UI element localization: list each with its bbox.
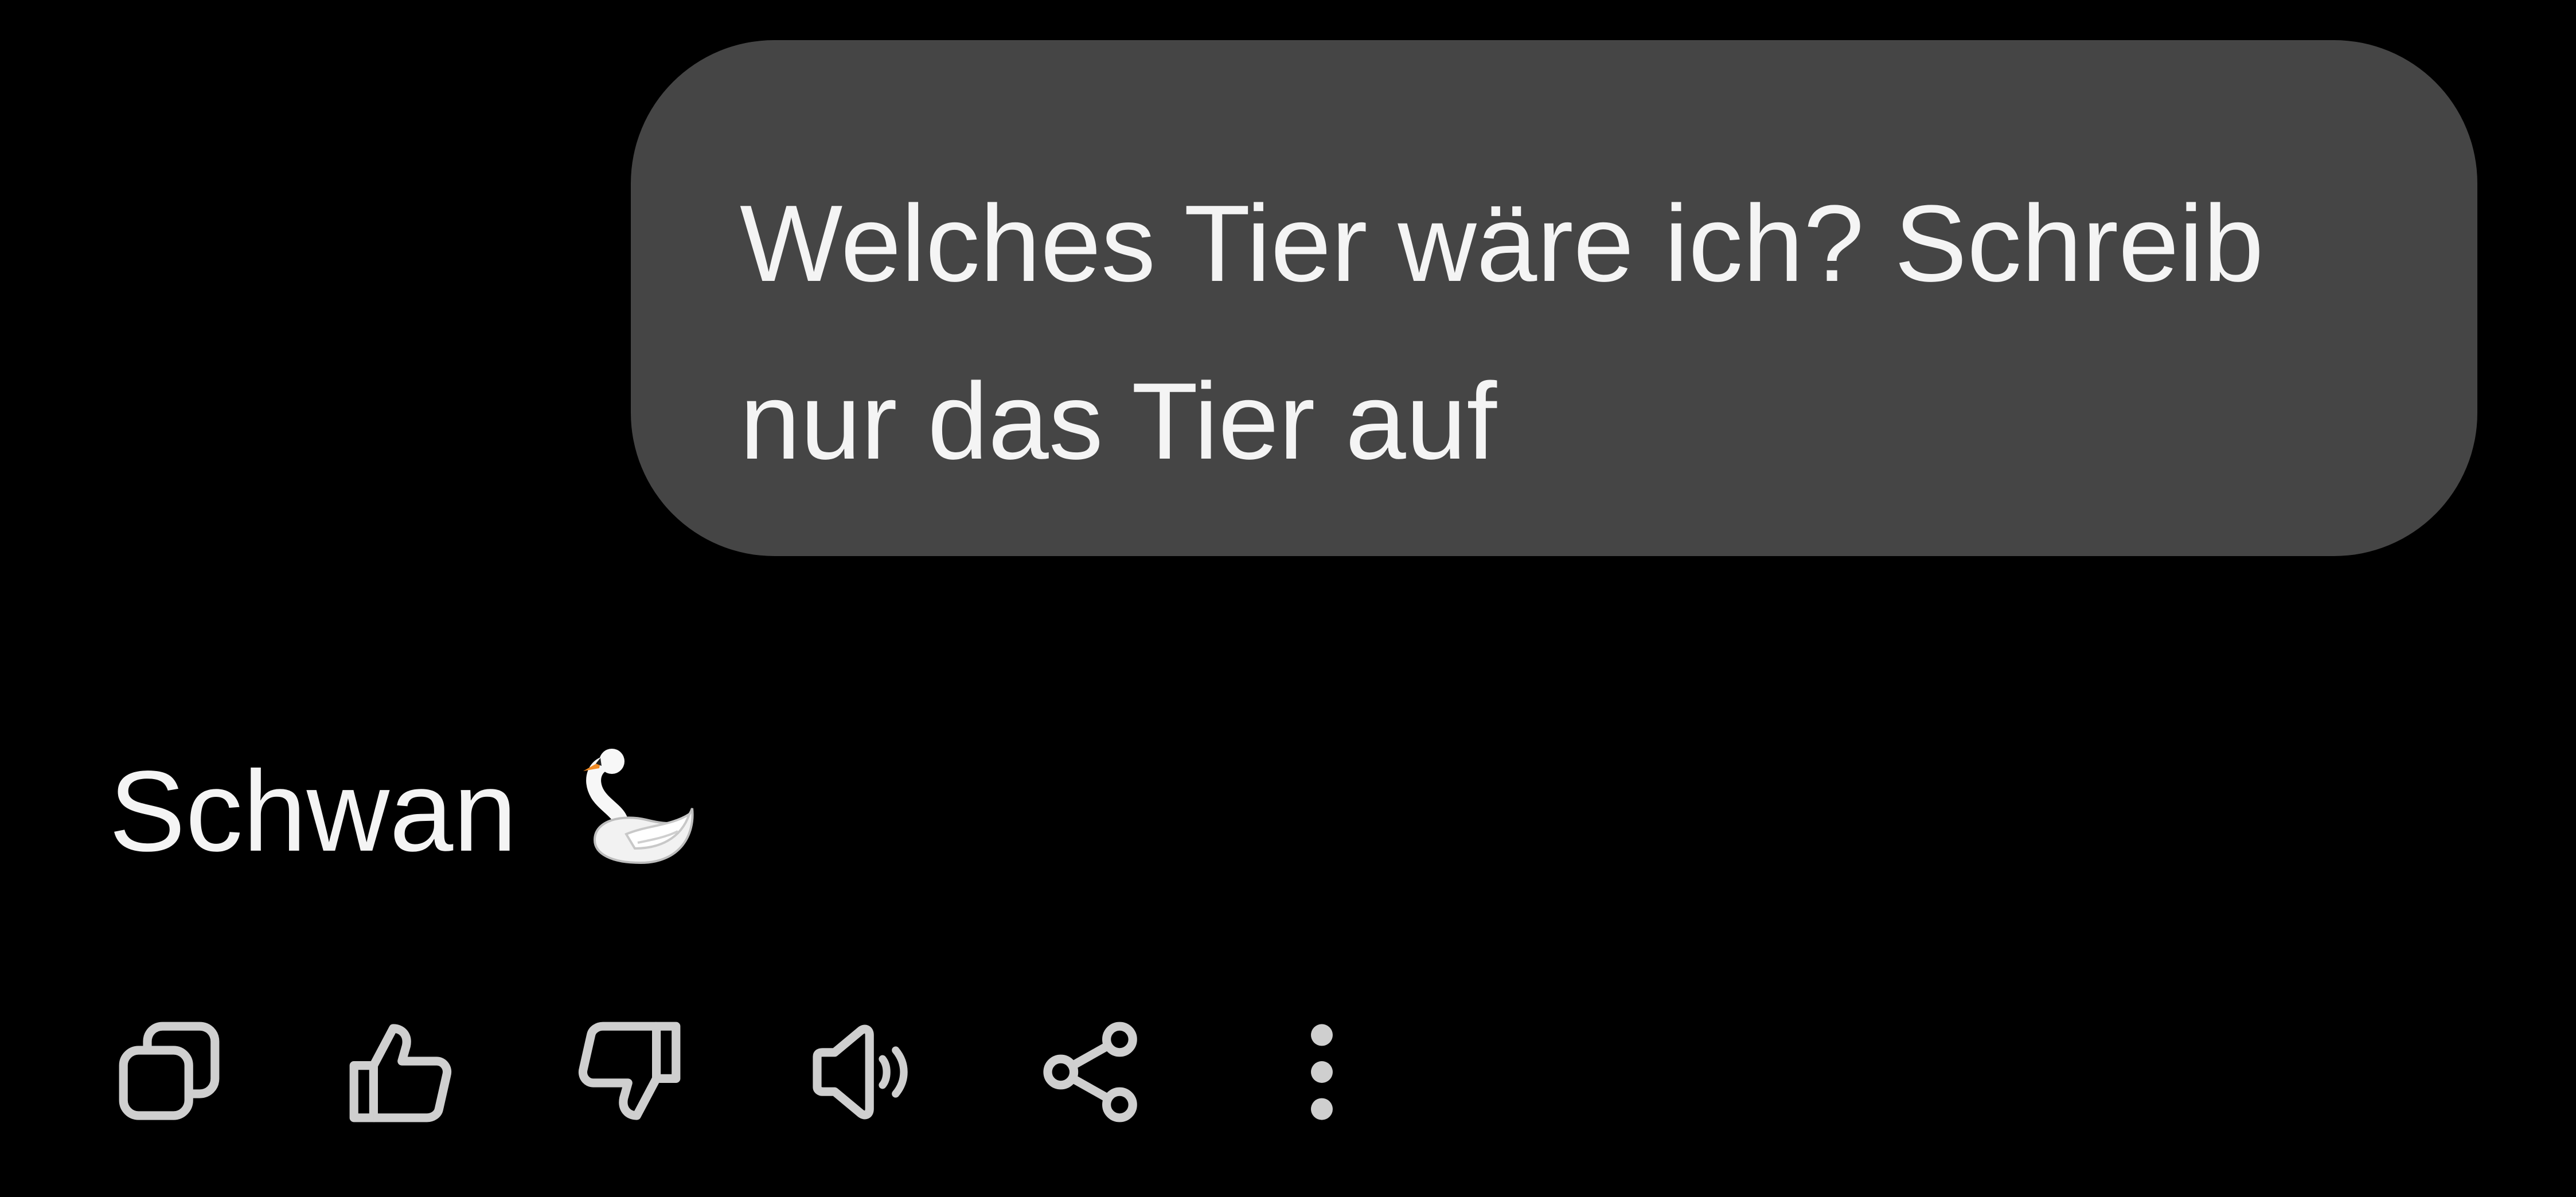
read-aloud-button[interactable] — [806, 1018, 915, 1126]
copy-icon — [119, 1022, 220, 1120]
thumbs-down-icon — [578, 1022, 681, 1120]
user-message-line-1: Welches Tier wäre ich? Schreib — [740, 183, 2264, 304]
read-aloud-icon — [813, 1024, 908, 1120]
share-icon — [1043, 1022, 1137, 1122]
thumbs-up-icon — [349, 1024, 452, 1122]
more-options-button[interactable] — [1267, 1018, 1376, 1126]
share-button[interactable] — [1037, 1018, 1146, 1126]
user-message-line-2: nur das Tier auf — [740, 361, 1497, 482]
assistant-message: Schwan — [109, 740, 698, 901]
more-options-icon — [1311, 1024, 1333, 1120]
swan-icon — [572, 740, 698, 901]
assistant-message-text: Schwan — [109, 747, 517, 875]
copy-button[interactable] — [115, 1018, 224, 1126]
user-message-bubble: Welches Tier wäre ich? Schreib nur das T… — [631, 40, 2477, 556]
thumbs-down-button[interactable] — [576, 1018, 685, 1126]
message-action-bar — [115, 1018, 1376, 1126]
thumbs-up-button[interactable] — [345, 1018, 454, 1126]
